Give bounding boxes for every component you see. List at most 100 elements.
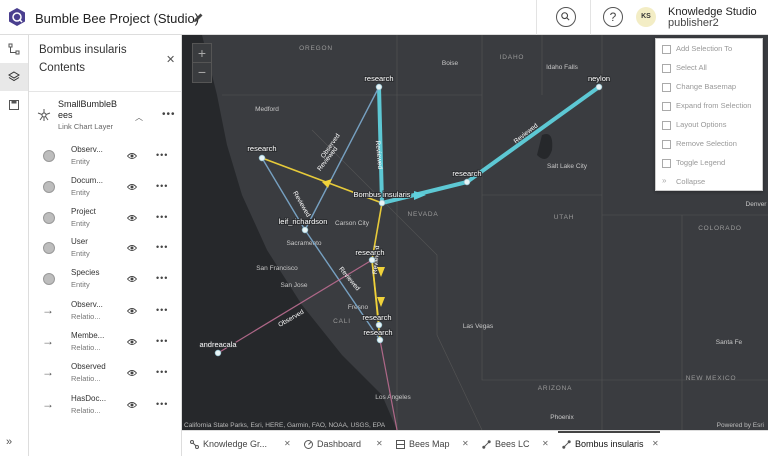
toolbar-save-button[interactable] — [0, 91, 28, 119]
visibility-eye-icon[interactable] — [127, 244, 137, 252]
place-label: CALI — [333, 318, 351, 325]
tab-3[interactable]: Bees Map ✕ — [396, 431, 476, 456]
list-item[interactable]: → HasDoc... Relatio... ••• — [29, 390, 181, 420]
graph-node[interactable] — [376, 336, 384, 344]
context-menu-item[interactable]: Layout Options — [656, 116, 764, 135]
tab-1[interactable]: Knowledge Gr... ✕ — [190, 431, 298, 456]
layer-options-button[interactable]: ••• — [162, 109, 176, 120]
list-item[interactable]: → Observed Relatio... ••• — [29, 358, 181, 388]
context-menu-item[interactable]: Toggle Legend — [656, 154, 764, 173]
visibility-eye-icon[interactable] — [127, 275, 137, 283]
node-label: research — [362, 313, 391, 322]
graph-node[interactable] — [463, 178, 471, 186]
visibility-eye-icon[interactable] — [127, 307, 137, 315]
context-menu-label: Change Basemap — [676, 82, 737, 91]
avatar[interactable]: KS — [636, 7, 656, 27]
item-options-button[interactable]: ••• — [156, 273, 168, 283]
relationship-arrow-icon: → — [42, 303, 54, 317]
list-item[interactable]: User Entity ••• — [29, 233, 181, 263]
question-icon: ? — [609, 10, 617, 24]
visibility-eye-icon[interactable] — [127, 401, 137, 409]
tab-4[interactable]: Bees LC ✕ — [482, 431, 556, 456]
list-item[interactable]: Docum... Entity ••• — [29, 172, 181, 202]
tab-2[interactable]: Dashboard ✕ — [304, 431, 390, 456]
context-menu-item[interactable]: » Collapse — [656, 173, 764, 192]
collapse-layer-button[interactable]: ︿ — [135, 112, 143, 123]
node-label: research — [355, 248, 384, 257]
item-options-button[interactable]: ••• — [156, 242, 168, 252]
zoom-out-button[interactable]: − — [193, 63, 211, 82]
graph-node[interactable] — [595, 83, 603, 91]
item-name: Docum... — [71, 176, 104, 185]
toolbar-layers-button[interactable] — [0, 63, 28, 91]
tab-label: Knowledge Gr... — [203, 439, 268, 449]
entity-symbol-icon — [43, 242, 55, 254]
search-icon — [561, 12, 570, 21]
graph-node[interactable] — [375, 321, 383, 329]
visibility-eye-icon[interactable] — [127, 338, 137, 346]
header-divider — [536, 0, 537, 35]
help-button[interactable]: ? — [603, 7, 623, 27]
place-label: Salt Lake City — [547, 163, 588, 170]
item-type: Relatio... — [71, 406, 101, 415]
list-item[interactable]: Project Entity ••• — [29, 203, 181, 233]
item-options-button[interactable]: ••• — [156, 399, 168, 409]
item-name: HasDoc... — [71, 394, 107, 403]
close-tab-icon[interactable]: ✕ — [462, 439, 469, 448]
context-menu-item[interactable]: Expand from Selection — [656, 97, 764, 116]
zoom-in-button[interactable]: + — [193, 44, 211, 63]
item-options-button[interactable]: ••• — [156, 150, 168, 160]
graph-node[interactable] — [258, 154, 266, 162]
list-item[interactable]: Observ... Entity ••• — [29, 141, 181, 171]
item-options-button[interactable]: ••• — [156, 336, 168, 346]
visibility-eye-icon[interactable] — [127, 152, 137, 160]
powered-by-esri[interactable]: Powered by Esri — [717, 422, 764, 429]
close-tab-icon[interactable]: ✕ — [284, 439, 291, 448]
close-panel-button[interactable]: ✕ — [166, 53, 175, 66]
context-menu-item[interactable]: Add Selection To — [656, 40, 764, 59]
edit-title-icon[interactable] — [192, 12, 204, 24]
visibility-eye-icon[interactable] — [127, 183, 137, 191]
expand-selection-icon — [662, 102, 671, 111]
item-options-button[interactable]: ••• — [156, 367, 168, 377]
close-tab-icon[interactable]: ✕ — [652, 439, 659, 448]
knowledge-graph-icon — [190, 440, 199, 449]
link-chart-layer-icon — [37, 109, 51, 121]
toolbar-explore-button[interactable] — [0, 35, 28, 63]
close-tab-icon[interactable]: ✕ — [542, 439, 549, 448]
context-menu-label: Layout Options — [676, 120, 727, 129]
place-label: Phoenix — [550, 414, 574, 421]
context-menu-item[interactable]: Change Basemap — [656, 78, 764, 97]
layer-row[interactable]: SmallBumbleBees Link Chart Layer ︿ ••• — [29, 95, 181, 135]
search-button[interactable] — [556, 7, 576, 27]
active-tab-indicator — [558, 431, 660, 433]
context-menu-label: Expand from Selection — [676, 101, 752, 110]
minus-icon: − — [197, 64, 207, 80]
visibility-eye-icon[interactable] — [127, 214, 137, 222]
place-label: NEVADA — [407, 211, 438, 218]
graph-node[interactable] — [375, 83, 383, 91]
list-item[interactable]: → Observ... Relatio... ••• — [29, 296, 181, 326]
visibility-eye-icon[interactable] — [127, 369, 137, 377]
list-item[interactable]: Species Entity ••• — [29, 264, 181, 294]
item-type: Entity — [71, 188, 90, 197]
tab-5[interactable]: Bombus insularis ✕ — [558, 431, 666, 456]
graph-node[interactable] — [214, 349, 222, 357]
graph-node[interactable] — [378, 199, 386, 207]
remove-selection-icon — [662, 140, 671, 149]
item-options-button[interactable]: ••• — [156, 305, 168, 315]
context-menu-item[interactable]: Select All — [656, 59, 764, 78]
place-label: Medford — [255, 106, 279, 113]
expand-toolbar-button[interactable]: » — [6, 436, 12, 448]
graph-node[interactable] — [301, 226, 309, 234]
item-options-button[interactable]: ••• — [156, 212, 168, 222]
context-menu: Add Selection To Select All Change Basemap… — [655, 38, 763, 191]
select-all-icon — [662, 64, 671, 73]
item-type: Entity — [71, 280, 90, 289]
context-menu-item[interactable]: Remove Selection — [656, 135, 764, 154]
list-item[interactable]: → Membe... Relatio... ••• — [29, 327, 181, 357]
close-tab-icon[interactable]: ✕ — [376, 439, 383, 448]
graph-node[interactable] — [368, 256, 376, 264]
item-options-button[interactable]: ••• — [156, 181, 168, 191]
node-label: leif_richardson — [279, 217, 328, 226]
